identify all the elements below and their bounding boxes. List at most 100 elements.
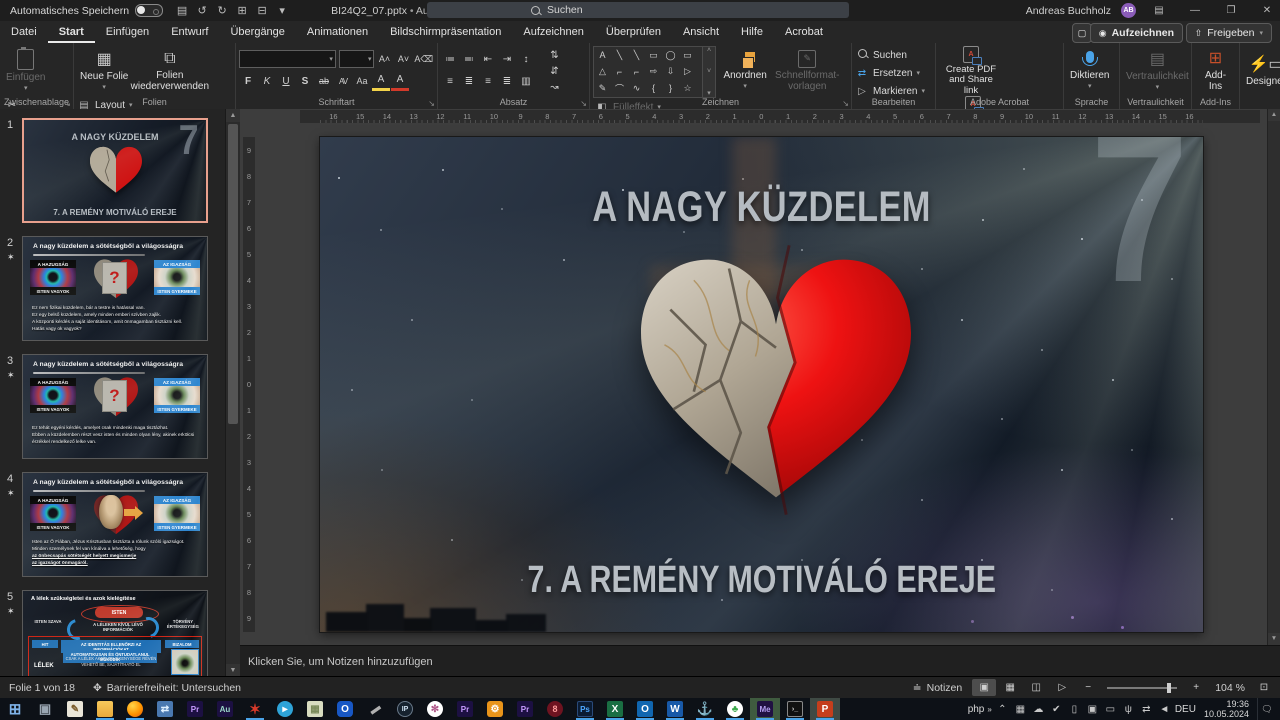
decrease-indent-button[interactable]: ⇤: [479, 51, 497, 67]
create-pdf-share-link-button[interactable]: A Create PDF and Share link: [939, 46, 1003, 96]
search-box[interactable]: Suchen: [427, 2, 849, 18]
user-avatar[interactable]: AB: [1121, 3, 1136, 18]
justify-button[interactable]: ≣: [498, 73, 516, 89]
new-slide-button[interactable]: ▦ Neue Folie ▾: [77, 46, 131, 96]
shape-icon[interactable]: ☆: [679, 80, 696, 96]
start-button[interactable]: ⊞: [0, 698, 30, 720]
fit-slide-to-window-button[interactable]: ⊡: [1252, 679, 1276, 696]
horizontal-ruler[interactable]: 1615141312111098765432101234567891011121…: [300, 110, 1260, 123]
zoom-in-button[interactable]: +: [1184, 679, 1208, 696]
firefox-app[interactable]: [120, 698, 150, 720]
italic-button[interactable]: K: [258, 73, 276, 89]
paste-button[interactable]: Einfügen ▾: [3, 46, 48, 96]
leaf-app[interactable]: ♣: [720, 698, 750, 720]
tray-php-label[interactable]: php: [968, 704, 985, 715]
columns-button[interactable]: ▥: [517, 73, 535, 89]
screen-cast-icon[interactable]: ▦: [1013, 704, 1028, 715]
premiere-app[interactable]: Pr: [180, 698, 210, 720]
shape-icon[interactable]: ∿: [628, 80, 645, 96]
character-spacing-button[interactable]: AV: [334, 73, 352, 89]
qat-overflow-icon[interactable]: ▾: [273, 4, 291, 17]
shape-icon[interactable]: {: [645, 80, 662, 96]
start-from-beginning-icon[interactable]: ⊞: [233, 4, 251, 17]
ribbon-tab[interactable]: Bildschirmpräsentation: [379, 21, 512, 43]
audition-app[interactable]: Au: [210, 698, 240, 720]
text-direction-button[interactable]: ⇅: [545, 47, 563, 63]
onedrive-icon[interactable]: ☁: [1031, 704, 1046, 715]
arrange-button[interactable]: Anordnen ▾: [720, 46, 769, 96]
dictate-button[interactable]: Diktieren ▾: [1067, 46, 1112, 96]
keyboard-language[interactable]: DEU: [1175, 704, 1196, 715]
powerpoint-app[interactable]: P: [810, 698, 840, 720]
text-shadow-button[interactable]: S: [296, 73, 314, 89]
record-button[interactable]: ◉ Aufzeichnen: [1090, 23, 1183, 43]
slide-thumbnail-1[interactable]: 7 A NAGY KÜZDELEM 7. A REMÉNY MOTIVÁLÓ E…: [22, 118, 208, 223]
ribbon-tab[interactable]: Hilfe: [730, 21, 774, 43]
align-right-button[interactable]: ≡: [479, 73, 497, 89]
ribbon-tab[interactable]: Start: [48, 21, 95, 43]
smartart-button[interactable]: ↝: [545, 79, 563, 95]
change-case-button[interactable]: Aa: [353, 73, 371, 89]
shape-icon[interactable]: ⌐: [628, 64, 645, 80]
tray-expand-icon[interactable]: ⌃: [995, 704, 1010, 715]
font-name-combo[interactable]: ▾: [239, 50, 336, 68]
autosave-toggle[interactable]: [135, 4, 163, 17]
autosave-control[interactable]: Automatisches Speichern: [10, 4, 163, 17]
slide-thumbnail-2[interactable]: A nagy küzdelem a sötétségből a világoss…: [22, 236, 208, 341]
premiere-app-3[interactable]: Pr: [510, 698, 540, 720]
slideshow-button[interactable]: ▷: [1050, 679, 1074, 696]
drawing-dialog-launcher[interactable]: ↘: [842, 99, 849, 108]
clipboard-dialog-launcher[interactable]: ↘: [64, 99, 71, 108]
quick-styles-button[interactable]: ✎ Schnellformat- vorlagen: [774, 46, 840, 96]
zoom-out-button[interactable]: −: [1076, 679, 1100, 696]
diagram-app[interactable]: ⚙: [480, 698, 510, 720]
shape-icon[interactable]: ⌒: [611, 80, 628, 96]
shapes-gallery[interactable]: A ╲ ╲ ▭ ◯ ▭ △ ⌐ ⌐ ⇨: [593, 46, 703, 98]
ribbon-tab[interactable]: Überprüfen: [595, 21, 672, 43]
bullets-button[interactable]: ≔: [441, 51, 459, 67]
microphone-tray-icon[interactable]: ψ: [1121, 704, 1136, 715]
scroll-up-icon[interactable]: ▲: [226, 109, 240, 122]
slide-thumbnail-5[interactable]: A lélek szükségletei és azok kielégítése…: [22, 590, 208, 677]
shape-icon[interactable]: }: [662, 80, 679, 96]
ribbon-tab[interactable]: Übergänge: [219, 21, 295, 43]
vpn-lock-icon[interactable]: ▯: [1067, 704, 1082, 715]
network-icon[interactable]: ⇄: [1139, 704, 1154, 715]
align-text-button[interactable]: ⇵: [545, 63, 563, 79]
slack-app[interactable]: ✻: [420, 698, 450, 720]
designer-button[interactable]: ⚡▭ Designer: [1243, 46, 1280, 96]
preview-icon[interactable]: ⊟: [253, 4, 271, 17]
notes-pane[interactable]: Klicken Sie, um Notizen hinzuzufügen: [240, 645, 1280, 677]
zoom-slider[interactable]: [1107, 687, 1177, 689]
save-icon[interactable]: ▤: [173, 4, 191, 17]
slide-thumbnail-4[interactable]: A nagy küzdelem a sötétségből a világoss…: [22, 472, 208, 577]
replace-button[interactable]: ⇄Ersetzen▾: [855, 65, 925, 81]
user-name[interactable]: Andreas Buchholz: [1026, 5, 1111, 17]
tray-overflow-label[interactable]: »: [987, 705, 991, 714]
thumbnail-scrollbar[interactable]: ▲ ▼: [225, 109, 240, 677]
slide-subtitle[interactable]: 7. A REMÉNY MOTIVÁLÓ EREJE: [320, 559, 1203, 602]
share-button[interactable]: ⇧ Freigeben ▾: [1186, 23, 1272, 43]
ribbon-display-options-button[interactable]: ▤: [1146, 5, 1172, 16]
ribbon-tab[interactable]: Acrobat: [774, 21, 834, 43]
security-check-icon[interactable]: ✔: [1049, 704, 1064, 715]
shape-icon[interactable]: ⇩: [662, 64, 679, 80]
redo-icon[interactable]: ↻: [213, 4, 231, 17]
zoom-slider-thumb[interactable]: [1167, 683, 1171, 693]
file-explorer-app[interactable]: [90, 698, 120, 720]
minimize-button[interactable]: —: [1182, 5, 1208, 16]
normal-view-button[interactable]: ▣: [972, 679, 996, 696]
decrease-font-size-button[interactable]: A˅: [394, 51, 412, 67]
strikethrough-button[interactable]: ab: [315, 73, 333, 89]
usb-drive-icon[interactable]: ▬: [360, 698, 390, 720]
numbering-button[interactable]: ≕: [460, 51, 478, 67]
display-tray-icon[interactable]: ▭: [1103, 704, 1118, 715]
shape-icon[interactable]: ▭: [645, 47, 662, 63]
slide-editing-surface[interactable]: 7 A NAGY KÜZDELEM: [320, 137, 1203, 632]
photoshop-app[interactable]: Ps: [570, 698, 600, 720]
canvas-scrollbar[interactable]: ▲ ▼: [1267, 109, 1280, 645]
anchor-app[interactable]: ⚓: [690, 698, 720, 720]
reading-view-button[interactable]: ◫: [1024, 679, 1048, 696]
underline-button[interactable]: U: [277, 73, 295, 89]
ribbon-tab[interactable]: Entwurf: [160, 21, 219, 43]
